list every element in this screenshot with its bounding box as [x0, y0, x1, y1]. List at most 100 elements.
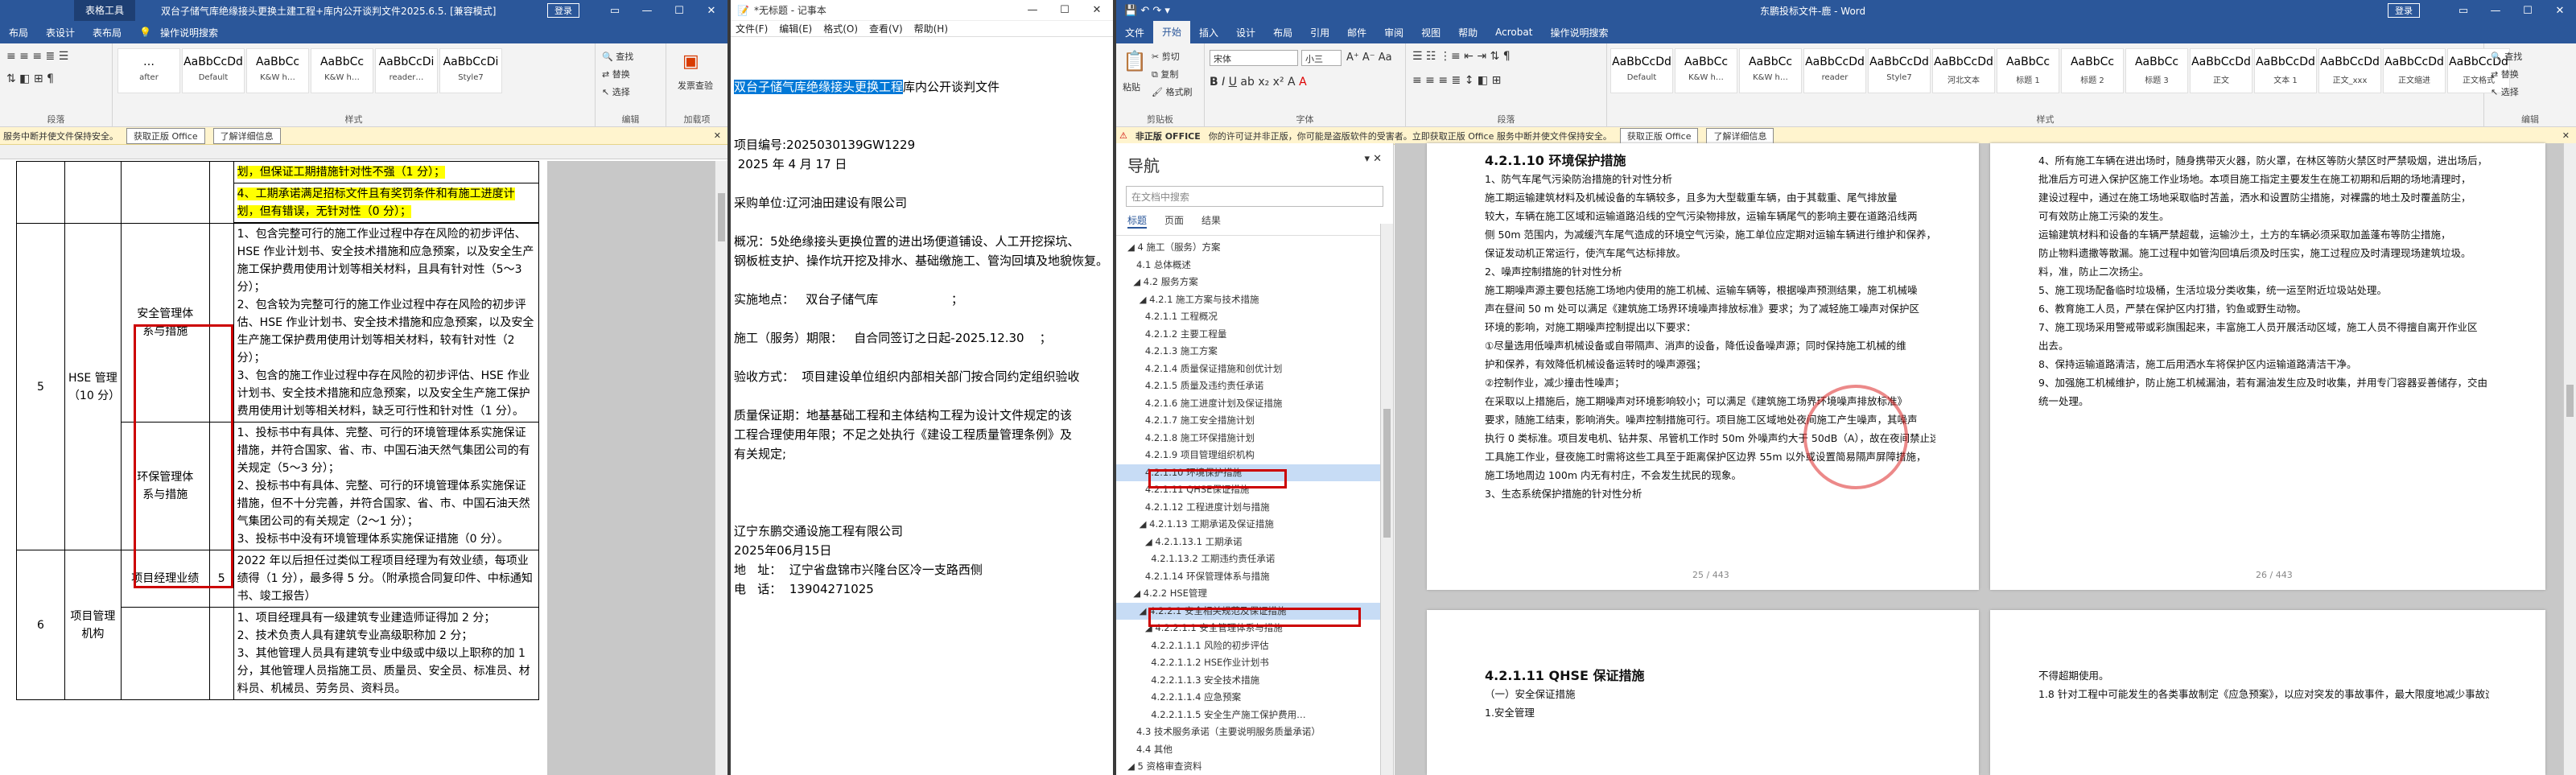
- format-painter-button[interactable]: 🖌 格式刷: [1152, 85, 1192, 98]
- style-gallery-item[interactable]: AaBbCcDd 河北文本: [1932, 48, 1995, 93]
- invoice-check-icon[interactable]: ▣: [682, 52, 699, 72]
- get-genuine-button[interactable]: 获取正版 Office: [1619, 127, 1699, 144]
- ribbon-display-icon[interactable]: ▭: [599, 5, 631, 17]
- vertical-scrollbar[interactable]: [715, 161, 727, 775]
- tab-10[interactable]: Acrobat: [1486, 27, 1541, 38]
- login-button[interactable]: 登录: [547, 3, 579, 18]
- select-button[interactable]: ↖ 选择: [2491, 85, 2519, 98]
- style-gallery-item[interactable]: AaBbCcDi reader…: [375, 48, 438, 93]
- nav-heading-item[interactable]: ◢ 4.2.1.13 工期承诺及保证措施: [1116, 516, 1393, 534]
- nav-heading-item[interactable]: 4.2.2.1.1.4 应急预案: [1116, 689, 1393, 707]
- style-gallery-item[interactable]: … after: [117, 48, 180, 93]
- nav-heading-item[interactable]: 4.2.1.8 施工环保措施计划: [1116, 430, 1393, 447]
- menu-view[interactable]: 查看(V): [869, 22, 903, 35]
- maximize-button[interactable]: ☐: [2512, 5, 2544, 17]
- replace-button[interactable]: ⇄ 替换: [2491, 68, 2519, 80]
- learn-more-button[interactable]: 了解详细信息: [212, 127, 281, 144]
- minimize-button[interactable]: —: [1016, 4, 1049, 16]
- nav-heading-item[interactable]: 4.2.1.2 主要工程量: [1116, 326, 1393, 344]
- style-gallery-item[interactable]: AaBbCcDd Default: [182, 48, 245, 93]
- login-button[interactable]: 登录: [2388, 3, 2420, 18]
- style-gallery-item[interactable]: AaBbCc K&W h…: [1675, 48, 1737, 93]
- paragraph-buttons[interactable]: ≡ ≡ ≡ ≣ ☰: [6, 50, 68, 63]
- close-message-icon[interactable]: ✕: [2562, 130, 2570, 141]
- style-gallery-item[interactable]: AaBbCc 标题 2: [2061, 48, 2124, 93]
- paste-icon[interactable]: 📋: [1123, 50, 1147, 72]
- nav-heading-item[interactable]: ◢ 4.2 服务方案: [1116, 274, 1393, 291]
- style-gallery-item[interactable]: AaBbCcDd Style7: [1868, 48, 1931, 93]
- style-gallery-item[interactable]: AaBbCc 标题 3: [2125, 48, 2188, 93]
- tab-11[interactable]: 操作说明搜索: [1541, 26, 1617, 39]
- nav-heading-item[interactable]: 4.2.1.14 环保管理体系与措施: [1116, 568, 1393, 586]
- nav-heading-item[interactable]: 4.2.1.9 项目管理组织机构: [1116, 447, 1393, 464]
- invoice-check-label[interactable]: 发票查验: [678, 79, 713, 92]
- nav-heading-item[interactable]: 4.2.2.1.1.5 安全生产施工保护费用…: [1116, 707, 1393, 724]
- paste-button[interactable]: 粘贴: [1123, 80, 1140, 93]
- maximize-button[interactable]: ☐: [663, 5, 695, 17]
- ribbon-display-icon[interactable]: ▭: [2447, 5, 2479, 17]
- nav-heading-item[interactable]: 4.2.2.1.1.2 HSE作业计划书: [1116, 654, 1393, 672]
- paragraph-buttons-2[interactable]: ⇅ ◧ ⊞ ¶: [6, 72, 54, 85]
- tab-1[interactable]: 开始: [1153, 21, 1191, 43]
- style-gallery-item[interactable]: AaBbCcDi Style7: [439, 48, 502, 93]
- nav-heading-item[interactable]: 4.3 技术服务承诺（主要说明服务质量承诺）: [1116, 723, 1393, 741]
- copy-button[interactable]: ⧉ 复制: [1152, 68, 1178, 80]
- tab-4[interactable]: 布局: [1264, 26, 1301, 39]
- nav-heading-item[interactable]: 4.4 其他: [1116, 741, 1393, 759]
- style-gallery-item[interactable]: AaBbCc K&W h…: [311, 48, 373, 93]
- nav-heading-item[interactable]: ◢ 4.2.2 HSE管理: [1116, 585, 1393, 603]
- tab-6[interactable]: 邮件: [1338, 26, 1375, 39]
- nav-heading-item[interactable]: 4.2.1.1 工程概况: [1116, 308, 1393, 326]
- nav-heading-item[interactable]: 4.2.1.4 质量保证措施和创优计划: [1116, 361, 1393, 378]
- vertical-scrollbar[interactable]: [2563, 143, 2576, 775]
- nav-search-input[interactable]: 在文档中搜索: [1126, 186, 1383, 207]
- cut-button[interactable]: ✂ 剪切: [1152, 50, 1180, 63]
- nav-close-icon[interactable]: ▾ ✕: [1364, 153, 1382, 165]
- nav-heading-item[interactable]: 4.2.2.1.1.3 安全技术措施: [1116, 672, 1393, 690]
- style-gallery-item[interactable]: AaBbCcDd 正文: [2190, 48, 2252, 93]
- font-size-select[interactable]: 小三: [1301, 50, 1342, 66]
- style-gallery-item[interactable]: AaBbCcDd 正文缩进: [2383, 48, 2446, 93]
- nav-heading-item[interactable]: ◢ 5 资格审查资料: [1116, 758, 1393, 775]
- tell-me-search[interactable]: 操作说明搜索: [160, 26, 227, 39]
- nav-heading-item[interactable]: 4.2.1.3 施工方案: [1116, 343, 1393, 361]
- find-button[interactable]: 🔍 查找: [2491, 50, 2522, 63]
- style-gallery-item[interactable]: AaBbCcDd Default: [1610, 48, 1673, 93]
- nav-heading-item[interactable]: 4.2.1.5 质量及违约责任承诺: [1116, 377, 1393, 395]
- font-format-buttons[interactable]: B I U ab x₂ x² A A: [1210, 76, 1307, 89]
- select-button[interactable]: ↖ 选择: [602, 85, 630, 98]
- style-gallery-item[interactable]: AaBbCcDd reader: [1803, 48, 1866, 93]
- minimize-button[interactable]: —: [2479, 5, 2512, 17]
- menu-format[interactable]: 格式(O): [823, 22, 858, 35]
- nav-heading-item[interactable]: ◢ 4.2.1 施工方案与技术措施: [1116, 291, 1393, 309]
- tab-layout[interactable]: 布局: [0, 26, 37, 39]
- list-buttons[interactable]: ☰ ☷ ⋮≡ ⇤ ⇥ ⇅ ¶: [1412, 50, 1511, 63]
- tab-7[interactable]: 审阅: [1375, 26, 1412, 39]
- nav-tab-headings[interactable]: 标题: [1127, 213, 1148, 229]
- nav-heading-item[interactable]: 4.2.2.1.1.1 风险的初步评估: [1116, 637, 1393, 655]
- tab-table-design[interactable]: 表设计: [37, 26, 84, 39]
- menu-file[interactable]: 文件(F): [736, 22, 768, 35]
- nav-scrollbar[interactable]: [1380, 224, 1393, 775]
- tab-3[interactable]: 设计: [1227, 26, 1264, 39]
- nav-heading-item[interactable]: 4.2.1.6 施工进度计划及保证措施: [1116, 395, 1393, 413]
- nav-heading-item[interactable]: 4.2.1.12 工程进度计划与措施: [1116, 499, 1393, 517]
- font-name-select[interactable]: 宋体: [1210, 50, 1298, 66]
- nav-heading-item[interactable]: 4.2.1.13.2 工期违约责任承诺: [1116, 550, 1393, 568]
- find-button[interactable]: 🔍 查找: [602, 50, 633, 63]
- menu-edit[interactable]: 编辑(E): [779, 22, 812, 35]
- grow-shrink-font-buttons[interactable]: A⁺ A⁻ Aa: [1346, 52, 1392, 64]
- maximize-button[interactable]: ☐: [1049, 4, 1081, 16]
- close-button[interactable]: ✕: [2544, 5, 2576, 17]
- tab-8[interactable]: 视图: [1412, 26, 1449, 39]
- style-gallery-item[interactable]: AaBbCc K&W h…: [246, 48, 309, 93]
- save-icon[interactable]: 💾 ↶ ↷ ▾: [1116, 5, 1170, 17]
- nav-heading-item[interactable]: 4.1 总体概述: [1116, 257, 1393, 274]
- replace-button[interactable]: ⇄ 替换: [602, 68, 630, 80]
- close-button[interactable]: ✕: [1081, 4, 1113, 16]
- nav-tab-pages[interactable]: 页面: [1164, 213, 1184, 229]
- minimize-button[interactable]: —: [631, 5, 663, 17]
- close-message-icon[interactable]: ✕: [714, 130, 721, 141]
- style-gallery-item[interactable]: AaBbCcDd 正文_xxx: [2318, 48, 2381, 93]
- nav-heading-item[interactable]: ◢ 4 施工（服务）方案: [1116, 239, 1393, 257]
